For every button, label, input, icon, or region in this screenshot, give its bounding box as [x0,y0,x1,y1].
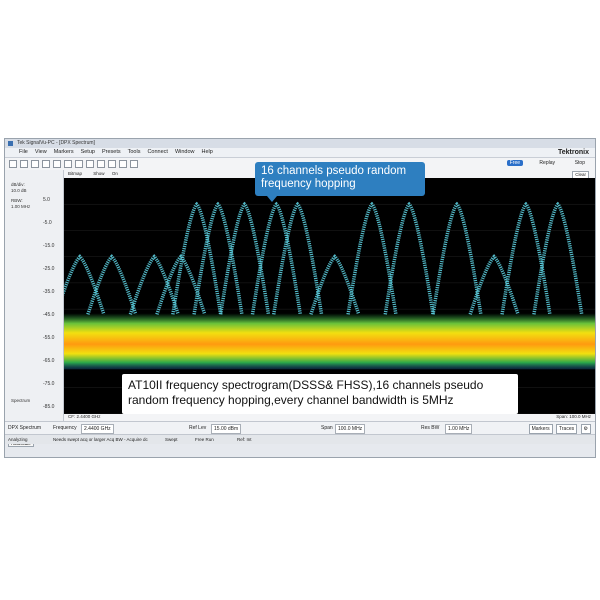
rbw-label: RBW: [11,198,23,203]
markers-button[interactable]: Markers [528,424,553,434]
y-tick: -85.0 [43,404,55,410]
show-checkbox[interactable]: Show [93,171,104,176]
app-icon [8,141,13,146]
menu-bar: File View Markers Setup Presets Tools Co… [5,148,595,158]
span-field-label: Span [321,425,333,431]
brand-logo: Tektronix [558,149,589,156]
y-tick: -75.0 [43,381,55,387]
span-label: Span: 100.0 MHz [556,414,591,419]
acq-message: Needs swept acq or larger Acq BW - Acqui… [53,437,148,442]
free-run-status: Free Run [195,437,214,442]
traces-button[interactable]: Traces [556,424,578,434]
title-bar: Tek SignalVu-PC - [DPX Spectrum] [5,139,595,148]
free-run-button[interactable]: Free [506,160,523,166]
replay-button[interactable]: Replay [539,160,555,166]
span-field[interactable]: 100.0 MHz [335,424,366,434]
peak-icon[interactable] [97,160,105,168]
menu-view[interactable]: View [35,148,47,157]
resbw-label: Res BW [421,425,440,431]
resbw-field[interactable]: 1.00 MHz [445,424,473,434]
noise-floor-band [64,313,595,370]
y-tick: -5.0 [43,220,52,226]
rbw-value[interactable]: 1.00 MHz [11,204,30,209]
replay-icon[interactable] [119,160,127,168]
window-title: Tek SignalVu-PC - [DPX Spectrum] [17,140,95,146]
menu-setup[interactable]: Setup [81,148,95,157]
y-tick: -35.0 [43,289,55,295]
new-icon[interactable] [9,160,17,168]
center-frequency-label: CF: 2.4400 GHz [68,414,101,419]
stop-button[interactable]: Stop [575,160,585,166]
div-label: dB/div: [11,182,25,187]
y-tick: -25.0 [43,266,55,272]
y-tick: -65.0 [43,358,55,364]
y-tick: -55.0 [43,335,55,341]
callout-description: AT10II frequency spectrogram(DSSS& FHSS)… [122,374,518,414]
marker-icon[interactable] [86,160,94,168]
ref-status: Ref: Int [237,437,252,442]
analyzing-status: Analyzing [8,437,28,442]
div-value[interactable]: 10.0 dB [11,188,27,193]
menu-window[interactable]: Window [175,148,195,157]
status-bar: Analyzing Needs swept acq or larger Acq … [5,434,595,444]
reflev-field[interactable]: 15.00 dBm [211,424,242,434]
left-panel: dB/div: 10.0 dB RBW: 1.00 MHz Spectrum 5… [5,170,64,421]
save-icon[interactable] [31,160,39,168]
menu-connect[interactable]: Connect [147,148,168,157]
y-tick: -45.0 [43,312,55,318]
swept-status: Swept [165,437,178,442]
view-name: DPX Spectrum [8,425,42,431]
y-tick: -15.0 [43,243,55,249]
menu-markers[interactable]: Markers [54,148,74,157]
open-icon[interactable] [20,160,28,168]
menu-tools[interactable]: Tools [128,148,141,157]
redo-icon[interactable] [64,160,72,168]
settings-row: DPX Spectrum Frequency 2.4400 GHz Ref Le… [5,421,595,434]
frequency-field[interactable]: 2.4400 GHz [81,424,114,434]
bitmap-label[interactable]: Bitmap [68,171,82,176]
print-icon[interactable] [42,160,50,168]
settings-icon[interactable] [75,160,83,168]
x-axis-labels: CF: 2.4400 GHz Span: 100.0 MHz [64,414,595,421]
gear-icon[interactable]: ⚙ [580,424,591,434]
frequency-label: Frequency [53,425,77,431]
menu-help[interactable]: Help [202,148,213,157]
reflev-label: Ref Lev [189,425,207,431]
zoom-icon[interactable] [108,160,116,168]
y-tick: 5.0 [43,197,50,203]
spectrum-label[interactable]: Spectrum [11,398,30,403]
menu-file[interactable]: File [19,148,28,157]
menu-presets[interactable]: Presets [102,148,121,157]
play-icon[interactable] [130,160,138,168]
on-label[interactable]: On [112,171,118,176]
undo-icon[interactable] [53,160,61,168]
callout-hopping: 16 channels pseudo random frequency hopp… [255,162,425,202]
